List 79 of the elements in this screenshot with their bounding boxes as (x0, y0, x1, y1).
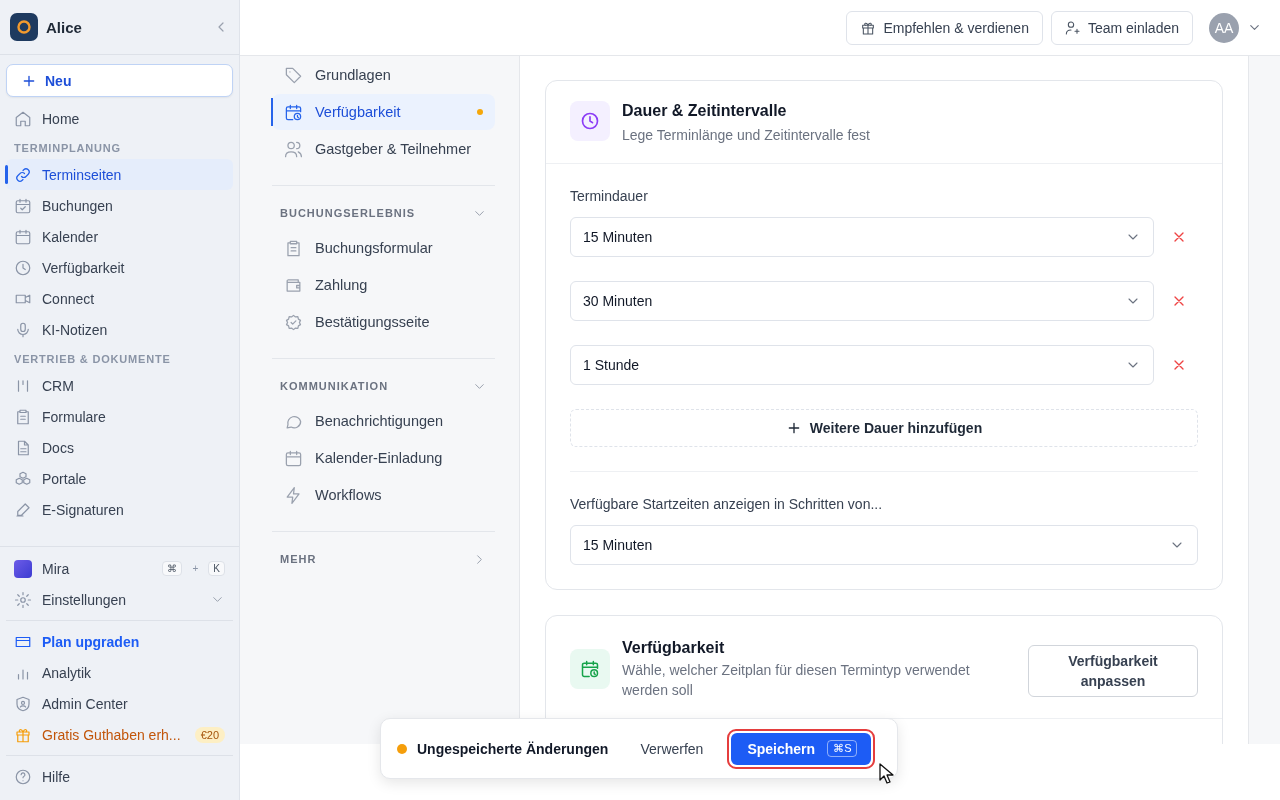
new-button[interactable]: Neu (6, 64, 233, 97)
pen-icon (14, 500, 32, 519)
sidebar-item[interactable]: Home (6, 103, 233, 134)
subnav-item[interactable]: Gastgeber & Teilnehmer (272, 131, 495, 167)
add-duration-button[interactable]: Weitere Dauer hinzufügen (570, 409, 1198, 447)
sidebar-item[interactable]: Terminseiten (6, 159, 233, 190)
calendar-icon (14, 227, 32, 246)
sidebar-item[interactable]: Admin Center (6, 688, 233, 719)
clock-icon (580, 111, 600, 131)
settings-item[interactable]: Einstellungen (6, 584, 233, 615)
shield-user-icon (14, 694, 32, 713)
group-header[interactable]: KOMMUNIKATION (272, 373, 495, 399)
sidebar-item[interactable]: Portale (6, 463, 233, 494)
group-header[interactable]: MEHR (272, 546, 495, 572)
workspace-logo (10, 13, 38, 41)
credit-badge: €20 (194, 726, 225, 743)
section-label: VERTRIEB & DOKUMENTE (13, 352, 172, 367)
sidebar-item[interactable]: Buchungen (6, 190, 233, 221)
clipboard-icon (284, 238, 303, 258)
home-icon (14, 109, 32, 128)
subnav-item[interactable]: Bestätigungsseite (272, 304, 495, 340)
calendar-check-icon (14, 196, 32, 215)
cubes-icon (14, 469, 32, 488)
status-dot (397, 743, 407, 754)
subnav-item[interactable]: Benachrichtigungen (272, 403, 495, 439)
subnav-item[interactable]: Grundlagen (272, 57, 495, 93)
assistant-item[interactable]: Mira ⌘ + K (6, 553, 233, 584)
calendar-clock-icon (580, 659, 600, 679)
card-subtitle: Lege Terminlänge und Zeitintervalle fest (622, 126, 870, 145)
unsaved-message: Ungespeicherte Änderungen (417, 740, 609, 757)
subnav-item[interactable]: Kalender-Einladung (272, 440, 495, 476)
card-title: Dauer & Zeitintervalle (622, 102, 788, 120)
user-plus-icon (1064, 19, 1081, 36)
sidebar-item[interactable]: Formulare (6, 401, 233, 432)
help-icon (14, 767, 32, 786)
sidebar-item[interactable]: Docs (6, 432, 233, 463)
discard-button[interactable]: Verwerfen (632, 740, 712, 757)
key-cap: K (208, 561, 225, 576)
help-item[interactable]: Hilfe (6, 761, 233, 792)
subnav-item[interactable]: Zahlung (272, 267, 495, 303)
key-joiner: + (192, 563, 199, 574)
field-label: Termindauer (570, 188, 649, 204)
section-label: TERMINPLANUNG (13, 141, 122, 156)
card-title: Verfügbarkeit (622, 639, 726, 657)
clock-icon (14, 258, 32, 277)
badge-check-icon (284, 312, 303, 332)
key-cap: ⌘ (162, 561, 183, 576)
referral-button[interactable]: Empfehlen & verdienen (846, 10, 1043, 45)
save-button[interactable]: Speichern ⌘S (731, 732, 872, 765)
assistant-logo (14, 559, 32, 578)
sidebar-item[interactable]: Kalender (6, 221, 233, 252)
sidebar-item[interactable]: KI-Notizen (6, 314, 233, 345)
sidebar-item[interactable]: Connect (6, 283, 233, 314)
sidebar-item[interactable]: CRM (6, 370, 233, 401)
sidebar-item[interactable]: Analytik (6, 657, 233, 688)
sidebar-item[interactable]: Verfügbarkeit (6, 252, 233, 283)
sidebar-item[interactable]: Plan upgraden (6, 626, 233, 657)
subnav-item[interactable]: Workflows (272, 477, 495, 513)
calendar-clock-icon (284, 102, 303, 122)
users-icon (284, 139, 303, 159)
sidebar-item[interactable]: E-Signaturen (6, 494, 233, 525)
sidebar-item[interactable]: Gratis Guthaben erh... €20 (6, 719, 233, 750)
calendar-icon (284, 448, 303, 468)
adjust-availability-button[interactable]: Verfügbarkeit anpassen (1028, 644, 1198, 697)
field-label: Verfügbare Startzeiten anzeigen in Schritten von... (570, 496, 884, 512)
group-header[interactable]: BUCHUNGSERLEBNIS (272, 200, 495, 226)
microphone-icon (14, 320, 32, 339)
tag-icon (284, 65, 303, 85)
clipboard-icon (14, 407, 32, 426)
invite-button[interactable]: Team einladen (1050, 10, 1193, 45)
subnav-item[interactable]: Buchungsformular (272, 230, 495, 266)
interval-select[interactable]: 15 Minuten (570, 525, 1198, 565)
workspace-name: Alice (46, 18, 83, 36)
card-subtitle: Wähle, welcher Zeitplan für diesen Termintyp verwendet werden soll (622, 661, 971, 700)
duration-select[interactable]: 1 Stunde (570, 345, 1154, 385)
duration-select[interactable]: 30 Minuten (570, 281, 1154, 321)
link-icon (14, 165, 32, 184)
subnav-item[interactable]: Verfügbarkeit (272, 94, 495, 130)
duration-select[interactable]: 15 Minuten (570, 217, 1154, 257)
